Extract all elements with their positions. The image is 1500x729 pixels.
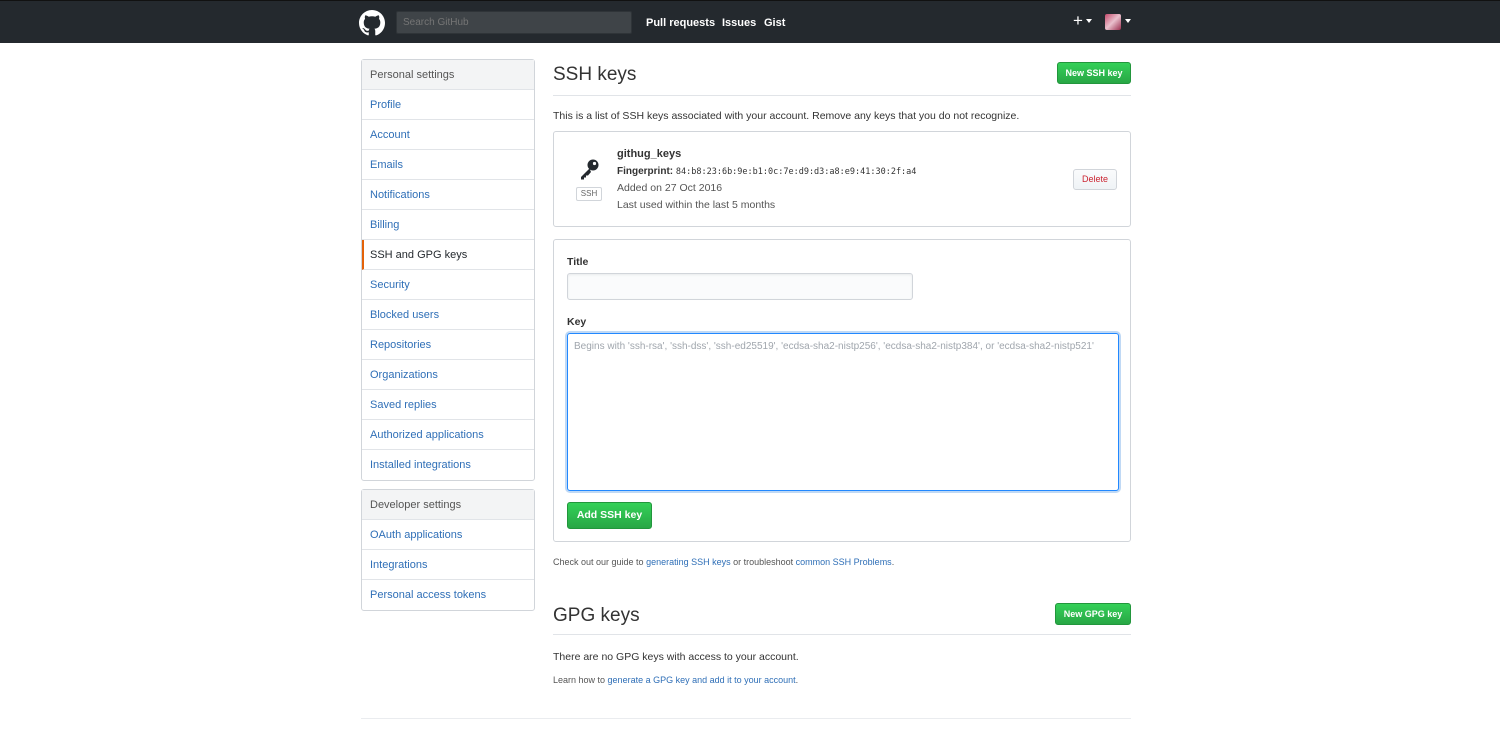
- ssh-description: This is a list of SSH keys associated wi…: [553, 110, 1020, 122]
- delete-ssh-key-button[interactable]: Delete: [1073, 169, 1117, 190]
- sidebar-item-profile[interactable]: Profile: [362, 90, 534, 120]
- sidebar-item-emails[interactable]: Emails: [362, 150, 534, 180]
- guide-prefix: Check out our guide to: [553, 557, 647, 567]
- github-logo-icon[interactable]: [359, 10, 385, 36]
- sidebar-item-personal-access-tokens[interactable]: Personal access tokens: [362, 580, 534, 610]
- learn-suffix: .: [795, 675, 799, 685]
- fingerprint-value: 84:b8:23:6b:9e:b1:0c:7e:d9:d3:a8:e9:41:3…: [675, 167, 917, 177]
- ssh-key-name: githug_keys: [617, 148, 682, 160]
- chevron-down-icon[interactable]: [1086, 19, 1092, 23]
- plus-icon[interactable]: +: [1073, 12, 1083, 30]
- nav-issues[interactable]: Issues: [722, 17, 756, 29]
- nav-pull-requests[interactable]: Pull requests: [646, 17, 715, 29]
- sidebar-item-ssh-gpg-keys[interactable]: SSH and GPG keys: [362, 240, 534, 270]
- ssh-guide-text: Check out our guide to generating SSH ke…: [553, 557, 894, 567]
- ssh-type-badge: SSH: [576, 187, 602, 201]
- ssh-key-fingerprint: Fingerprint: 84:b8:23:6b:9e:b1:0c:7e:d9:…: [617, 166, 916, 177]
- footer-divider: [361, 718, 1131, 719]
- add-ssh-key-form: Title Key Add SSH key: [553, 239, 1131, 542]
- gpg-title-divider: [553, 634, 1131, 635]
- sidebar-item-security[interactable]: Security: [362, 270, 534, 300]
- personal-settings-menu: Personal settings Profile Account Emails…: [361, 59, 535, 481]
- sidebar-item-notifications[interactable]: Notifications: [362, 180, 534, 210]
- sidebar-item-blocked-users[interactable]: Blocked users: [362, 300, 534, 330]
- generate-gpg-key-link[interactable]: generate a GPG key and add it to your ac…: [608, 675, 796, 685]
- sidebar-item-integrations[interactable]: Integrations: [362, 550, 534, 580]
- generating-ssh-keys-link[interactable]: generating SSH keys: [646, 557, 731, 567]
- sidebar-item-organizations[interactable]: Organizations: [362, 360, 534, 390]
- ssh-title-divider: [553, 95, 1131, 96]
- common-ssh-problems-link[interactable]: common SSH Problems: [796, 557, 892, 567]
- chevron-down-icon[interactable]: [1125, 19, 1131, 23]
- add-ssh-key-button[interactable]: Add SSH key: [567, 502, 652, 529]
- gpg-learn-text: Learn how to generate a GPG key and add …: [553, 675, 798, 685]
- ssh-key-added-date: Added on 27 Oct 2016: [617, 182, 723, 194]
- gpg-keys-title: GPG keys: [553, 605, 640, 626]
- sidebar-item-installed-integrations[interactable]: Installed integrations: [362, 450, 534, 480]
- ssh-keys-title: SSH keys: [553, 64, 637, 85]
- sidebar-item-billing[interactable]: Billing: [362, 210, 534, 240]
- title-label: Title: [567, 256, 589, 268]
- new-ssh-key-button[interactable]: New SSH key: [1057, 62, 1131, 84]
- sidebar-item-repositories[interactable]: Repositories: [362, 330, 534, 360]
- key-label: Key: [567, 316, 587, 328]
- avatar[interactable]: [1105, 14, 1121, 30]
- ssh-key-item: SSH githug_keys Fingerprint: 84:b8:23:6b…: [553, 131, 1131, 227]
- fingerprint-label: Fingerprint:: [617, 166, 674, 177]
- guide-suffix: .: [891, 557, 895, 567]
- sidebar-item-oauth-applications[interactable]: OAuth applications: [362, 520, 534, 550]
- search-input[interactable]: [396, 11, 632, 34]
- ssh-key-textarea[interactable]: [567, 333, 1119, 491]
- top-header: Pull requests Issues Gist +: [0, 0, 1500, 43]
- sidebar-item-account[interactable]: Account: [362, 120, 534, 150]
- ssh-key-last-used: Last used within the last 5 months: [617, 199, 776, 211]
- guide-middle: or troubleshoot: [730, 557, 796, 567]
- sidebar-item-saved-replies[interactable]: Saved replies: [362, 390, 534, 420]
- learn-prefix: Learn how to: [553, 675, 608, 685]
- developer-settings-menu: Developer settings OAuth applications In…: [361, 489, 535, 611]
- personal-settings-heading: Personal settings: [362, 60, 534, 90]
- new-gpg-key-button[interactable]: New GPG key: [1055, 603, 1131, 625]
- gpg-empty-text: There are no GPG keys with access to you…: [553, 651, 799, 663]
- sidebar-item-authorized-applications[interactable]: Authorized applications: [362, 420, 534, 450]
- key-icon: [581, 159, 599, 180]
- nav-gist[interactable]: Gist: [764, 17, 785, 29]
- ssh-title-input[interactable]: [567, 273, 913, 300]
- developer-settings-heading: Developer settings: [362, 490, 534, 520]
